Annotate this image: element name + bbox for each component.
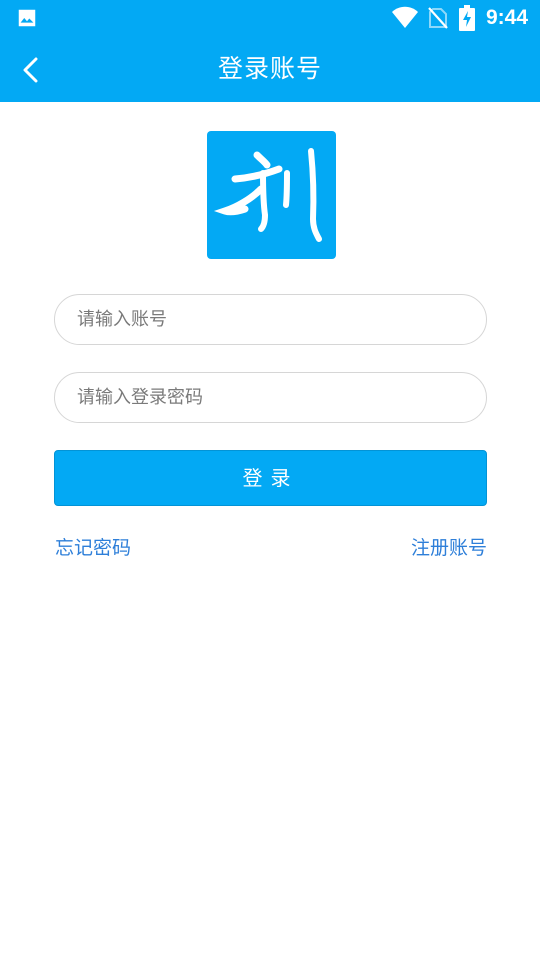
battery-charging-icon	[459, 5, 475, 31]
password-input[interactable]	[77, 373, 467, 421]
account-field[interactable]	[54, 294, 487, 345]
status-time: 9:44	[485, 6, 528, 29]
account-input[interactable]	[77, 295, 467, 343]
page-title: 登录账号	[217, 54, 322, 83]
login-screen: 9:44 登录账号 登录 忘记密码 注册账号	[0, 0, 540, 960]
login-button[interactable]: 登录	[54, 450, 487, 506]
logo-glyph-icon	[213, 148, 322, 242]
gallery-icon	[18, 9, 36, 27]
app-logo	[207, 131, 336, 259]
chevron-left-icon	[23, 57, 38, 83]
wifi-icon	[392, 6, 418, 28]
app-bar: 登录账号	[0, 36, 540, 102]
register-account-link[interactable]: 注册账号	[411, 535, 487, 561]
password-field[interactable]	[54, 372, 487, 423]
status-bar: 9:44	[0, 0, 540, 36]
forgot-password-link[interactable]: 忘记密码	[55, 535, 131, 561]
back-button[interactable]	[10, 45, 54, 93]
no-sim-icon	[428, 7, 448, 29]
